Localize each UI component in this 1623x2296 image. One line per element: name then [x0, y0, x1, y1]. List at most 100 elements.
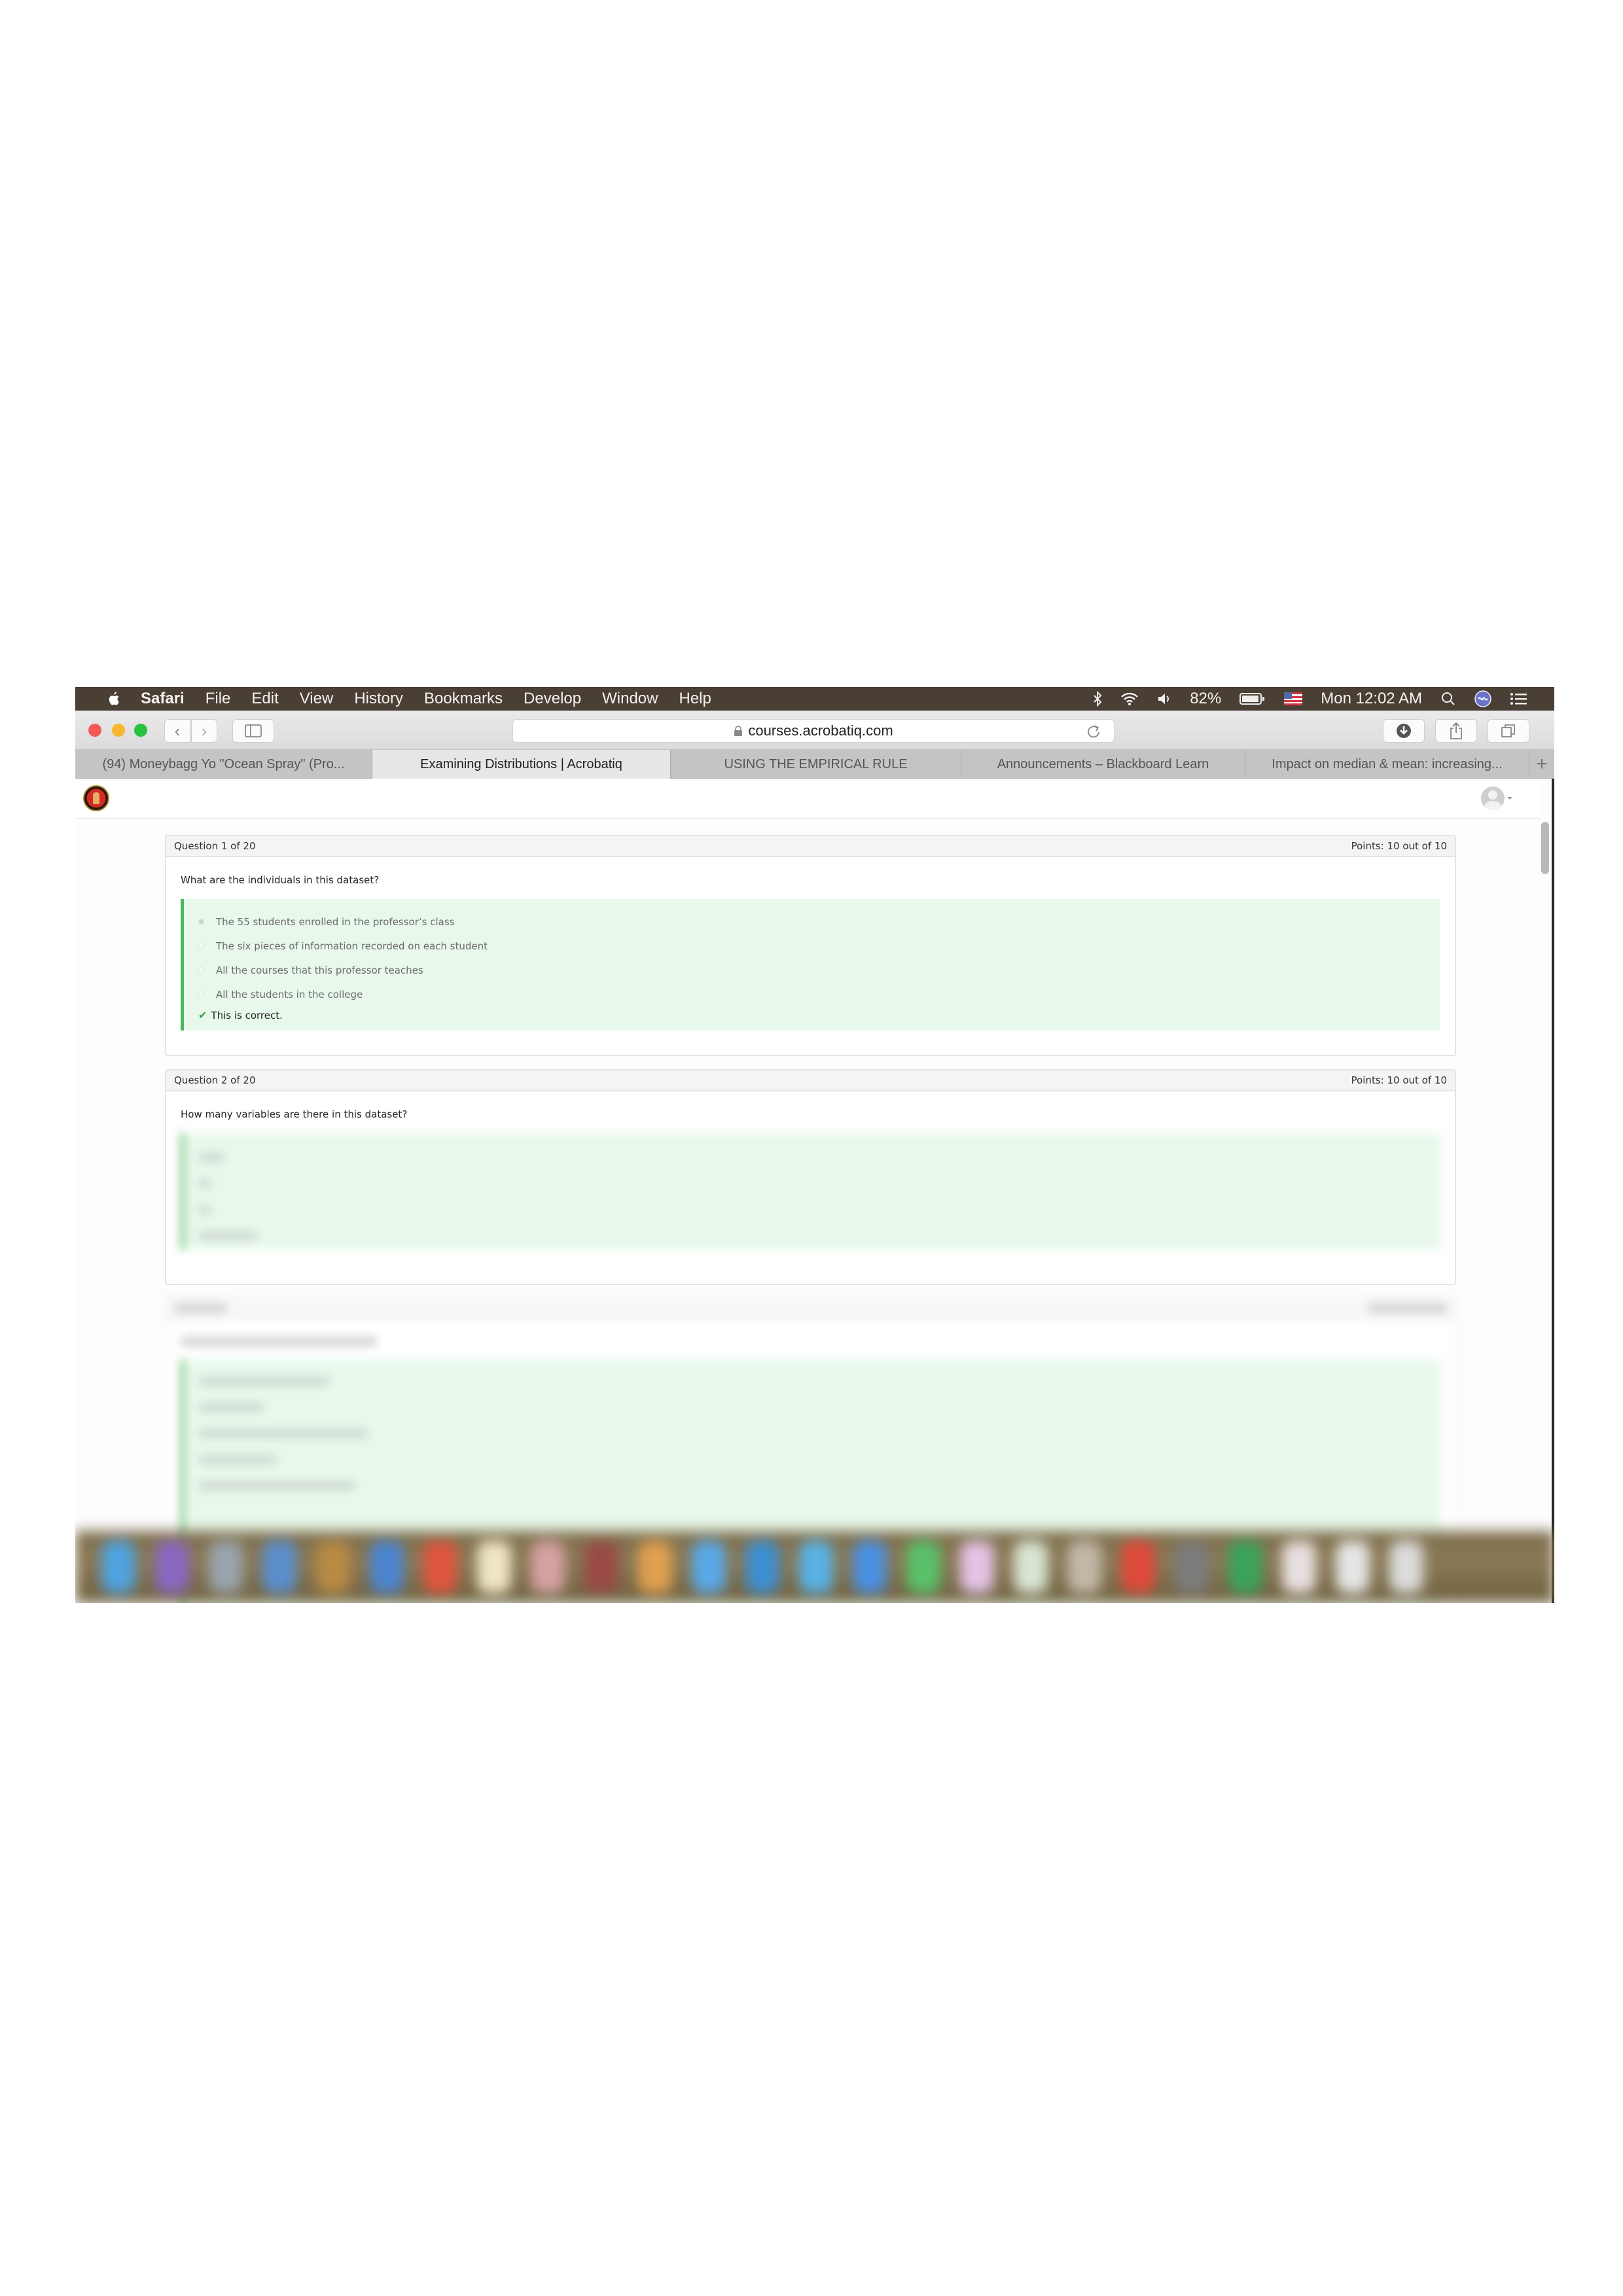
blurred-option	[198, 1429, 368, 1438]
new-tab-button[interactable]: +	[1529, 750, 1554, 778]
dock-app-icon[interactable]	[316, 1541, 350, 1593]
answer-option[interactable]: All the courses that this professor teac…	[198, 958, 1440, 982]
dock-app-icon[interactable]	[692, 1541, 726, 1593]
spotlight-search-icon[interactable]	[1440, 691, 1456, 707]
forward-button[interactable]: ›	[191, 719, 217, 743]
sidebar-icon	[245, 724, 262, 737]
blurred-option	[198, 1455, 277, 1464]
blurred-option	[198, 1377, 329, 1386]
dock-app-icon[interactable]	[1228, 1541, 1262, 1593]
battery-icon[interactable]	[1240, 692, 1266, 705]
dock-app-icon[interactable]	[906, 1541, 940, 1593]
dock-app-icon[interactable]	[1282, 1541, 1316, 1593]
dock-app-icon[interactable]	[531, 1541, 565, 1593]
blurred-question-number	[174, 1303, 226, 1313]
site-header	[75, 779, 1541, 819]
share-button[interactable]	[1435, 719, 1477, 743]
menu-help[interactable]: Help	[679, 690, 711, 708]
option-label: All the students in the college	[216, 988, 363, 1000]
sidebar-toggle-button[interactable]	[232, 719, 274, 743]
tab-label: Examining Distributions | Acrobatiq	[420, 756, 622, 771]
tab-label: (94) Moneybagg Yo "Ocean Spray" (Pro...	[102, 756, 345, 771]
answer-option[interactable]: The six pieces of information recorded o…	[198, 934, 1440, 958]
menu-bookmarks[interactable]: Bookmarks	[424, 690, 503, 708]
dock-app-icon[interactable]	[477, 1541, 511, 1593]
dock-app-icon[interactable]	[799, 1541, 833, 1593]
wifi-icon[interactable]	[1120, 692, 1139, 706]
window-close-button[interactable]	[88, 724, 101, 737]
radio-button[interactable]	[198, 943, 204, 949]
blurred-option	[198, 1179, 211, 1188]
university-seal-logo[interactable]	[83, 785, 109, 811]
dock-app-icon[interactable]	[1121, 1541, 1155, 1593]
dock-app-icon[interactable]	[745, 1541, 779, 1593]
dock-app-icon[interactable]	[1336, 1541, 1370, 1593]
blurred-option	[198, 1205, 211, 1214]
dock-app-icon[interactable]	[101, 1541, 135, 1593]
dock-app-icon[interactable]	[155, 1541, 189, 1593]
show-all-tabs-button[interactable]	[1488, 719, 1529, 743]
us-flag-icon[interactable]	[1284, 692, 1303, 705]
answer-option[interactable]: The 55 students enrolled in the professo…	[198, 910, 1440, 934]
menu-file[interactable]: File	[205, 690, 231, 708]
clock[interactable]: Mon 12:02 AM	[1321, 690, 1422, 708]
window-minimize-button[interactable]	[112, 724, 125, 737]
chevron-down-icon[interactable]	[1507, 797, 1512, 800]
menu-window[interactable]: Window	[602, 690, 658, 708]
dock-app-icon[interactable]	[638, 1541, 672, 1593]
dock-app-icon[interactable]	[1067, 1541, 1101, 1593]
chevron-left-icon: ‹	[174, 720, 181, 741]
question-number: Question 2 of 20	[174, 1074, 256, 1086]
blurred-prompt-wrapper	[166, 1319, 1455, 1347]
correct-feedback: ✔ This is correct.	[198, 1009, 1440, 1021]
blurred-option	[198, 1153, 224, 1162]
dock-app-icon[interactable]	[1389, 1541, 1423, 1593]
safari-toolbar: ‹ › courses.acrobatiq.com	[75, 711, 1554, 750]
dock-app-icon[interactable]	[209, 1541, 243, 1593]
download-icon	[1397, 724, 1411, 738]
radio-button-selected[interactable]	[198, 919, 204, 925]
dock-app-icon[interactable]	[262, 1541, 296, 1593]
volume-icon[interactable]	[1157, 692, 1171, 705]
tab-empirical-rule[interactable]: USING THE EMPIRICAL RULE	[671, 750, 961, 779]
menu-develop[interactable]: Develop	[524, 690, 581, 708]
radio-button[interactable]	[198, 991, 204, 997]
bluetooth-icon[interactable]	[1093, 691, 1102, 707]
apple-menu-icon[interactable]	[101, 687, 125, 711]
menu-edit[interactable]: Edit	[251, 690, 278, 708]
menu-view[interactable]: View	[300, 690, 334, 708]
scrollbar-thumb[interactable]	[1541, 822, 1549, 874]
back-button[interactable]: ‹	[164, 719, 190, 743]
dock-app-icon[interactable]	[1014, 1541, 1048, 1593]
menu-history[interactable]: History	[354, 690, 403, 708]
dock-app-icon[interactable]	[960, 1541, 994, 1593]
tab-impact-median-mean[interactable]: Impact on median & mean: increasing...	[1245, 750, 1529, 779]
downloads-button[interactable]	[1383, 719, 1425, 743]
menu-safari[interactable]: Safari	[141, 690, 185, 708]
dock-app-icon[interactable]	[1175, 1541, 1209, 1593]
question-card-1: Question 1 of 20 Points: 10 out of 10 Wh…	[165, 835, 1456, 1056]
radio-button[interactable]	[198, 967, 204, 973]
option-label: The 55 students enrolled in the professo…	[216, 915, 455, 928]
plus-icon: +	[1536, 752, 1548, 775]
question-header: Question 1 of 20 Points: 10 out of 10	[166, 836, 1455, 857]
tab-examining-distributions[interactable]: Examining Distributions | Acrobatiq	[372, 750, 671, 779]
tab-blackboard-announcements[interactable]: Announcements – Blackboard Learn	[961, 750, 1245, 779]
window-zoom-button[interactable]	[134, 724, 147, 737]
notification-center-icon[interactable]	[1510, 692, 1528, 706]
siri-icon[interactable]	[1474, 690, 1491, 707]
avatar-head	[1488, 790, 1497, 800]
avatar-body	[1484, 801, 1501, 810]
tab-label: USING THE EMPIRICAL RULE	[724, 756, 908, 771]
dock-app-icon[interactable]	[370, 1541, 404, 1593]
tab-moneybagg-yo[interactable]: (94) Moneybagg Yo "Ocean Spray" (Pro...	[75, 750, 372, 779]
address-bar[interactable]: courses.acrobatiq.com	[512, 719, 1115, 743]
logo-emblem	[93, 792, 99, 804]
user-avatar-icon[interactable]	[1481, 786, 1505, 810]
dock-app-icon[interactable]	[853, 1541, 887, 1593]
reload-icon[interactable]	[1085, 723, 1102, 740]
page-scrollbar[interactable]	[1540, 822, 1550, 1600]
dock-app-icon[interactable]	[423, 1541, 457, 1593]
answer-option[interactable]: All the students in the college	[198, 982, 1440, 1006]
dock-app-icon[interactable]	[584, 1541, 618, 1593]
